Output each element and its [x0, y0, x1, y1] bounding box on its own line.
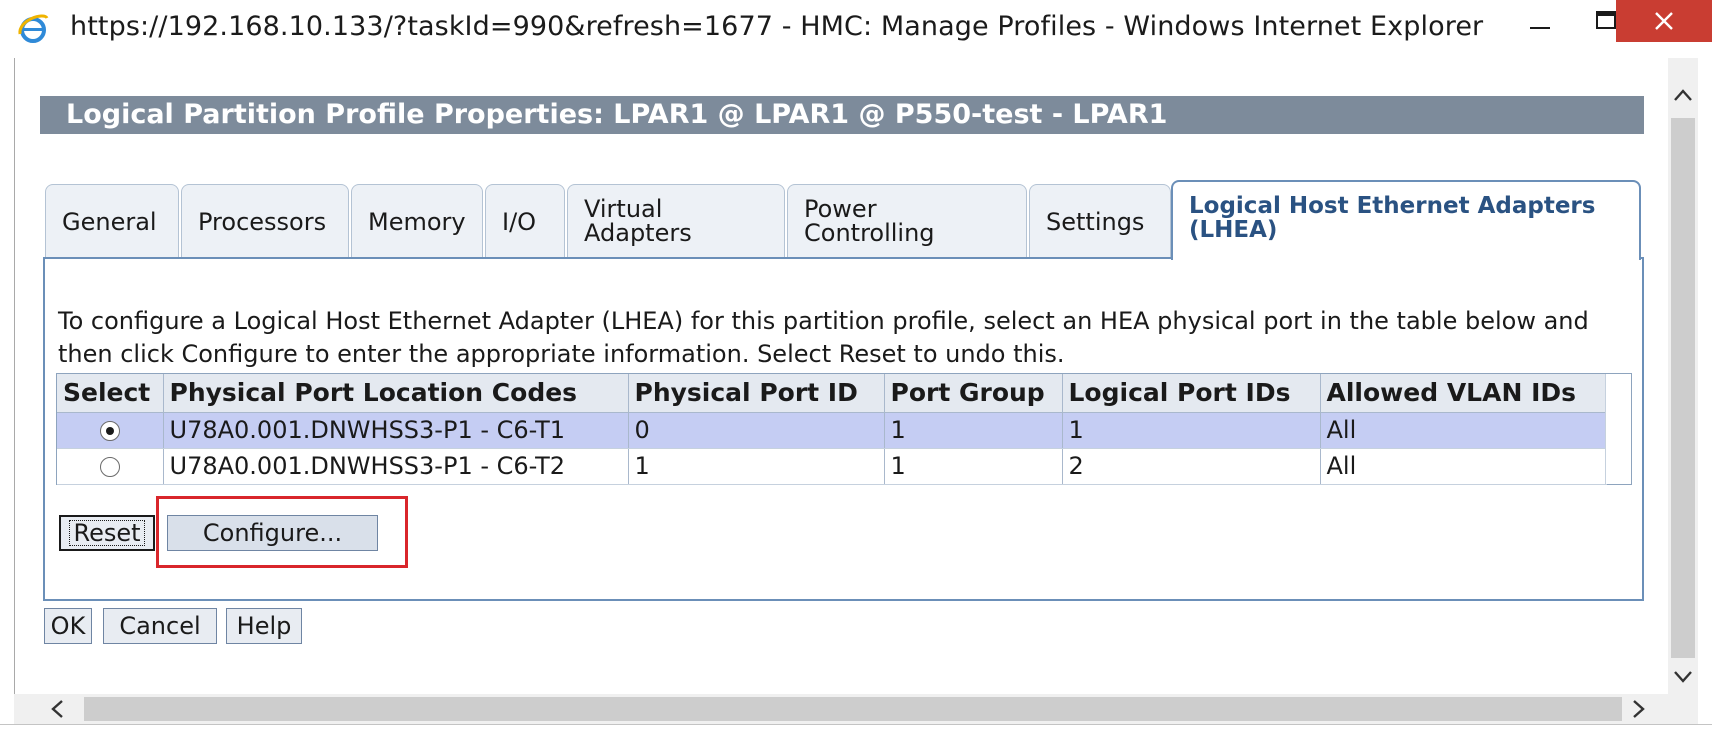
row-radio[interactable]	[99, 457, 120, 477]
column-header[interactable]: Select	[57, 374, 164, 413]
reset-button[interactable]: Reset	[59, 515, 155, 551]
dialog-title: Logical Partition Profile Properties: LP…	[40, 96, 1644, 134]
window-titlebar: https://192.168.10.133/?taskId=990&refre…	[0, 0, 1712, 58]
row-radio-selected[interactable]	[99, 421, 120, 441]
ok-label: OK	[50, 612, 86, 640]
close-icon	[1655, 12, 1673, 30]
window-title: https://192.168.10.133/?taskId=990&refre…	[70, 11, 1484, 42]
chevron-left-icon	[51, 700, 63, 718]
tab-virtual-adapters[interactable]: Virtual Adapters	[567, 184, 785, 258]
table-row[interactable]: U78A0.001.DNWHSS3-P1 - C6-T2 1 1 2 All	[57, 448, 1607, 485]
maximize-icon	[1596, 11, 1616, 29]
scroll-left-button[interactable]	[42, 694, 72, 724]
tab-settings[interactable]: Settings	[1029, 184, 1171, 258]
tab-label: Settings	[1046, 207, 1145, 236]
scrollbar-corner	[1668, 694, 1698, 724]
scroll-up-button[interactable]	[1668, 80, 1698, 110]
highlight-annotation-box	[156, 496, 408, 568]
port-id-cell: 1	[628, 448, 885, 485]
port-group-cell: 1	[884, 412, 1063, 449]
tab-label: General	[62, 207, 157, 236]
column-header[interactable]: Physical Port ID	[628, 374, 885, 413]
tab-label: Processors	[198, 207, 327, 236]
tab-label-line2: Adapters	[584, 219, 692, 247]
close-button[interactable]	[1616, 0, 1712, 42]
tab-label-line2: (LHEA)	[1189, 217, 1278, 243]
instructions-text: To configure a Logical Host Ethernet Ada…	[58, 307, 1589, 368]
help-button[interactable]: Help	[226, 608, 302, 644]
horizontal-scroll-thumb[interactable]	[84, 697, 1622, 721]
minimize-button[interactable]	[1508, 0, 1572, 42]
vlan-ids-cell: All	[1320, 412, 1607, 449]
logical-port-ids-cell: 1	[1062, 412, 1321, 449]
location-code-cell: U78A0.001.DNWHSS3-P1 - C6-T2	[163, 448, 629, 485]
ie-icon	[18, 14, 49, 43]
table-header-row: Select Physical Port Location Codes Phys…	[57, 374, 1607, 413]
vertical-scrollbar[interactable]	[1668, 58, 1698, 694]
tab-label-line1: Virtual	[584, 195, 663, 223]
tab-label-line2: Controlling	[804, 219, 935, 247]
cancel-label: Cancel	[119, 612, 201, 640]
hea-port-table-grid: Select Physical Port Location Codes Phys…	[57, 374, 1607, 485]
port-id-cell: 0	[628, 412, 885, 449]
hea-port-table: Select Physical Port Location Codes Phys…	[56, 373, 1632, 485]
table-scrollbar[interactable]	[1605, 374, 1631, 484]
scroll-down-button[interactable]	[1668, 662, 1698, 692]
ok-button[interactable]: OK	[44, 608, 92, 644]
tab-io[interactable]: I/O	[485, 184, 565, 258]
chevron-down-icon	[1674, 671, 1692, 683]
tab-processors[interactable]: Processors	[181, 184, 349, 258]
tab-memory[interactable]: Memory	[351, 184, 483, 258]
tab-general[interactable]: General	[45, 184, 179, 258]
chevron-up-icon	[1674, 89, 1692, 101]
window-bottom-border	[0, 724, 1712, 734]
reset-label: Reset	[69, 520, 145, 546]
horizontal-scrollbar[interactable]	[14, 694, 1668, 724]
tab-power-controlling[interactable]: Power Controlling	[787, 184, 1027, 258]
vlan-ids-cell: All	[1320, 448, 1607, 485]
select-cell[interactable]	[57, 448, 164, 485]
port-group-cell: 1	[884, 448, 1063, 485]
tab-label: I/O	[502, 207, 537, 236]
location-code-cell: U78A0.001.DNWHSS3-P1 - C6-T1	[163, 412, 629, 449]
logical-port-ids-cell: 2	[1062, 448, 1321, 485]
column-header[interactable]: Physical Port Location Codes	[163, 374, 629, 413]
tab-label-line1: Power	[804, 195, 877, 223]
vertical-scroll-thumb[interactable]	[1671, 118, 1695, 658]
minimize-icon	[1530, 27, 1550, 29]
scroll-right-button[interactable]	[1624, 694, 1654, 724]
table-row[interactable]: U78A0.001.DNWHSS3-P1 - C6-T1 0 1 1 All	[57, 412, 1607, 449]
tab-lhea[interactable]: Logical Host Ethernet Adapters (LHEA)	[1171, 180, 1641, 260]
column-header[interactable]: Logical Port IDs	[1062, 374, 1321, 413]
cancel-button[interactable]: Cancel	[103, 608, 217, 644]
column-header[interactable]: Allowed VLAN IDs	[1320, 374, 1607, 413]
chevron-right-icon	[1633, 700, 1645, 718]
select-cell[interactable]	[57, 412, 164, 449]
column-header[interactable]: Port Group	[884, 374, 1063, 413]
help-label: Help	[236, 612, 292, 640]
tab-label: Memory	[368, 207, 466, 236]
tab-label-line1: Logical Host Ethernet Adapters	[1189, 193, 1596, 219]
